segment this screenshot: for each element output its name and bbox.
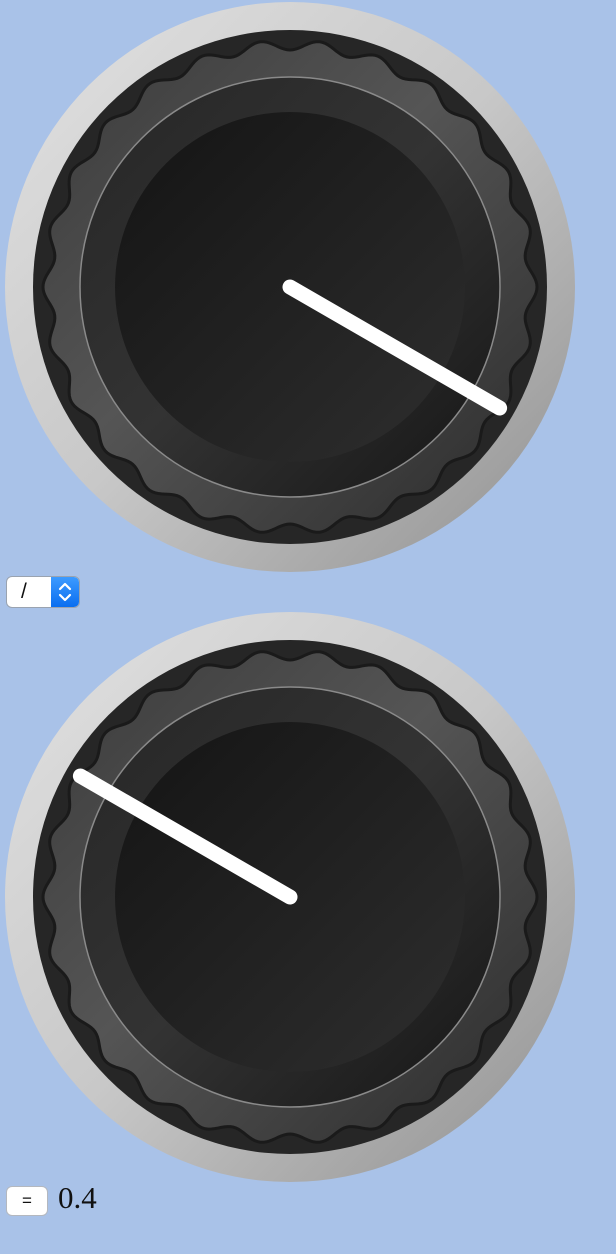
knob-bottom[interactable] — [5, 612, 575, 1182]
knob-graphic — [5, 2, 575, 572]
equals-button[interactable]: = — [6, 1186, 48, 1216]
knob-graphic — [5, 612, 575, 1182]
operator-select-value: / — [21, 580, 27, 603]
chevron-up-down-icon[interactable] — [51, 577, 79, 607]
knob-top[interactable] — [5, 2, 575, 572]
result-value: 0.4 — [58, 1180, 97, 1215]
operator-select[interactable]: / — [6, 576, 80, 608]
